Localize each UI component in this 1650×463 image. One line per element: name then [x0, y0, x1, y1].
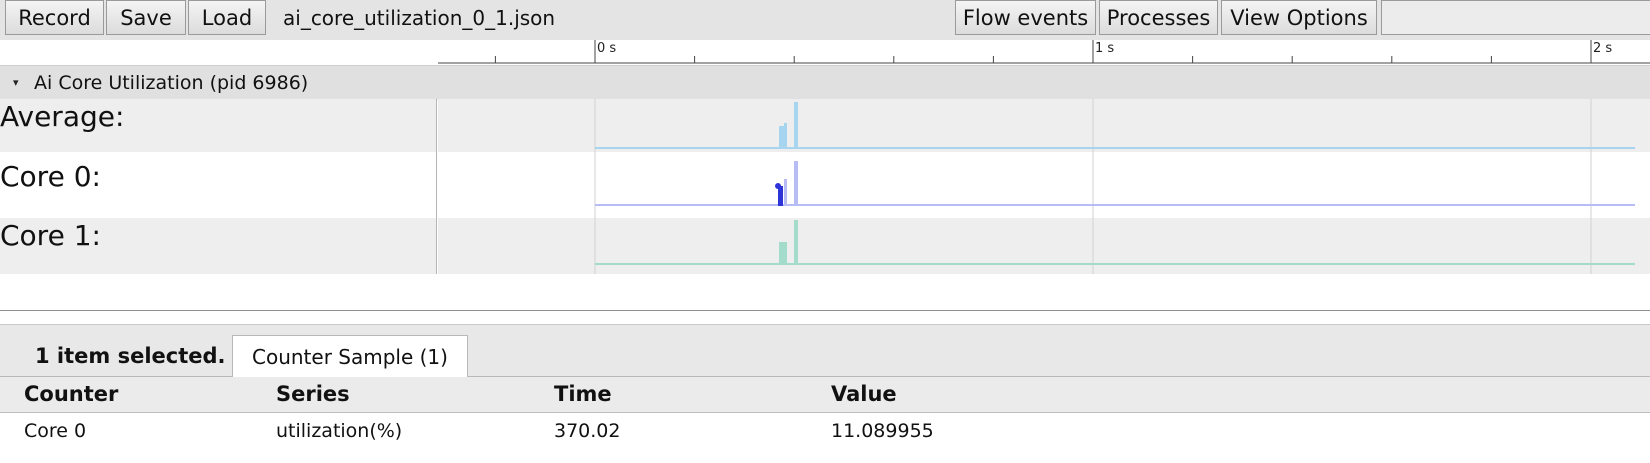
- baseline-core0: [595, 204, 1635, 206]
- view-options-button[interactable]: View Options: [1221, 0, 1377, 35]
- tab-counter-sample[interactable]: Counter Sample (1): [232, 335, 468, 377]
- sample-bar[interactable]: [794, 220, 798, 263]
- track-bg-core0: [438, 152, 1650, 218]
- cell-series: utilization(%): [276, 420, 403, 442]
- process-title: Ai Core Utilization (pid 6986): [34, 72, 309, 94]
- column-header-series[interactable]: Series: [276, 377, 350, 412]
- selected-sample-bar[interactable]: [778, 186, 783, 206]
- cell-value: 11.089955: [831, 420, 934, 442]
- time-ruler[interactable]: 0 s 1 s 2 s: [0, 40, 1650, 65]
- sample-bar[interactable]: [779, 242, 787, 263]
- cell-time[interactable]: 370.02: [554, 413, 620, 449]
- cell-counter: Core 0: [24, 420, 87, 442]
- flow-events-button[interactable]: Flow events: [955, 0, 1096, 35]
- table-header: Counter Series Time Value: [0, 377, 1650, 413]
- ruler-label-2s: 2 s: [1593, 41, 1613, 56]
- empty-track-area: [0, 274, 1650, 324]
- collapse-caret-icon[interactable]: ▾: [13, 66, 19, 100]
- ruler-ticks: [438, 40, 1650, 64]
- process-header[interactable]: ▾ Ai Core Utilization (pid 6986): [0, 65, 1650, 100]
- processes-button[interactable]: Processes: [1099, 0, 1218, 35]
- analysis-panel: 1 item selected. Counter Sample (1) Coun…: [0, 325, 1650, 463]
- track-bg-average: [438, 99, 1650, 152]
- table-row[interactable]: Core 0 utilization(%) 370.02 11.089955: [0, 413, 1650, 449]
- sample-bar[interactable]: [779, 126, 784, 147]
- track-bg-core1: [438, 218, 1650, 276]
- sample-bar[interactable]: [794, 161, 798, 204]
- baseline-average: [595, 147, 1635, 149]
- load-button[interactable]: Load: [188, 0, 266, 35]
- baseline-core1: [595, 263, 1635, 265]
- selected-sample-marker: [775, 183, 781, 189]
- splitter-divider[interactable]: [0, 310, 1650, 311]
- ruler-label-0s: 0 s: [597, 41, 617, 56]
- ruler-label-1s: 1 s: [1095, 41, 1115, 56]
- column-header-time[interactable]: Time: [554, 377, 612, 412]
- sample-bar[interactable]: [784, 123, 787, 147]
- toolbar-search-area[interactable]: [1381, 0, 1650, 35]
- counter-tracks[interactable]: [0, 99, 1650, 277]
- record-button[interactable]: Record: [5, 0, 104, 35]
- panel-tab-bar: 1 item selected. Counter Sample (1): [0, 325, 1650, 377]
- column-header-counter[interactable]: Counter: [24, 377, 118, 412]
- sample-bar[interactable]: [784, 179, 787, 204]
- save-button[interactable]: Save: [106, 0, 186, 35]
- toolbar: Record Save Load ai_core_utilization_0_1…: [0, 0, 1650, 40]
- loaded-filename: ai_core_utilization_0_1.json: [283, 6, 556, 30]
- column-header-value[interactable]: Value: [831, 377, 897, 412]
- sample-bar[interactable]: [794, 102, 798, 147]
